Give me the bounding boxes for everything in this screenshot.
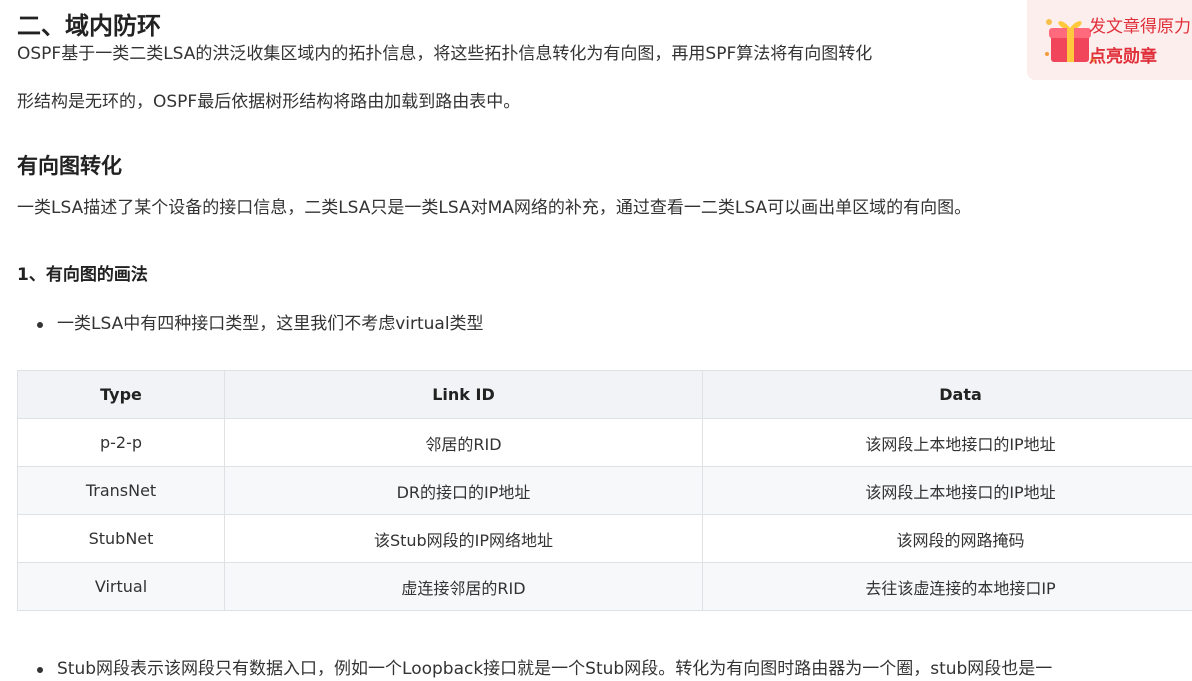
table-cell: TransNet (17, 466, 225, 515)
promo-line1[interactable]: 发文章得原力 (1089, 12, 1191, 37)
table-cell: 邻居的RID (224, 418, 703, 467)
subsection-paragraph: 一类LSA描述了某个设备的接口信息，二类LSA只是一类LSA对MA网络的补充，通… (17, 198, 972, 218)
publish-article-promo[interactable]: 发文章得原力 点亮勋章 (1027, 0, 1192, 80)
table-cell: 该Stub网段的IP网络地址 (224, 514, 703, 563)
subsection-title: 有向图转化 (17, 154, 122, 178)
bullet-dot-icon (37, 667, 43, 673)
intro-paragraph-line2: 形结构是无环的，OSPF最后依据树形结构将路由加载到路由表中。 (17, 92, 521, 112)
table-cell: p-2-p (17, 418, 225, 467)
table-cell: 虚连接邻居的RID (224, 562, 703, 611)
table-header-data: Data (702, 370, 1192, 419)
table-header-link-id: Link ID (224, 370, 703, 419)
table-cell: 该网段的网路掩码 (702, 514, 1192, 563)
table-header-row: Type Link ID Data (17, 370, 1192, 419)
intro-paragraph-line1: OSPF基于一类二类LSA的洪泛收集区域内的拓扑信息，将这些拓扑信息转化为有向图… (17, 44, 873, 64)
table-header-type: Type (17, 370, 225, 419)
table-cell: StubNet (17, 514, 225, 563)
table-row: Virtual 虚连接邻居的RID 去往该虚连接的本地接口IP (17, 562, 1192, 611)
section-title: 二、域内防环 (17, 12, 161, 40)
table-cell: 去往该虚连接的本地接口IP (702, 562, 1192, 611)
table-row: TransNet DR的接口的IP地址 该网段上本地接口的IP地址 (17, 466, 1192, 515)
table-row: p-2-p 邻居的RID 该网段上本地接口的IP地址 (17, 418, 1192, 467)
bullet-dot-icon (37, 322, 43, 328)
table-cell: 该网段上本地接口的IP地址 (702, 466, 1192, 515)
minor-title: 1、有向图的画法 (17, 265, 148, 285)
promo-line2[interactable]: 点亮勋章 (1089, 42, 1157, 67)
table-cell: DR的接口的IP地址 (224, 466, 703, 515)
table-cell: 该网段上本地接口的IP地址 (702, 418, 1192, 467)
table-cell: Virtual (17, 562, 225, 611)
lsa-interface-table: Type Link ID Data p-2-p 邻居的RID 该网段上本地接口的… (17, 370, 1192, 611)
table-row: StubNet 该Stub网段的IP网络地址 该网段的网路掩码 (17, 514, 1192, 563)
list-item-text: Stub网段表示该网段只有数据入口，例如一个Loopback接口就是一个Stub… (57, 659, 1053, 679)
list-item-text: 一类LSA中有四种接口类型，这里我们不考虑virtual类型 (57, 314, 484, 334)
